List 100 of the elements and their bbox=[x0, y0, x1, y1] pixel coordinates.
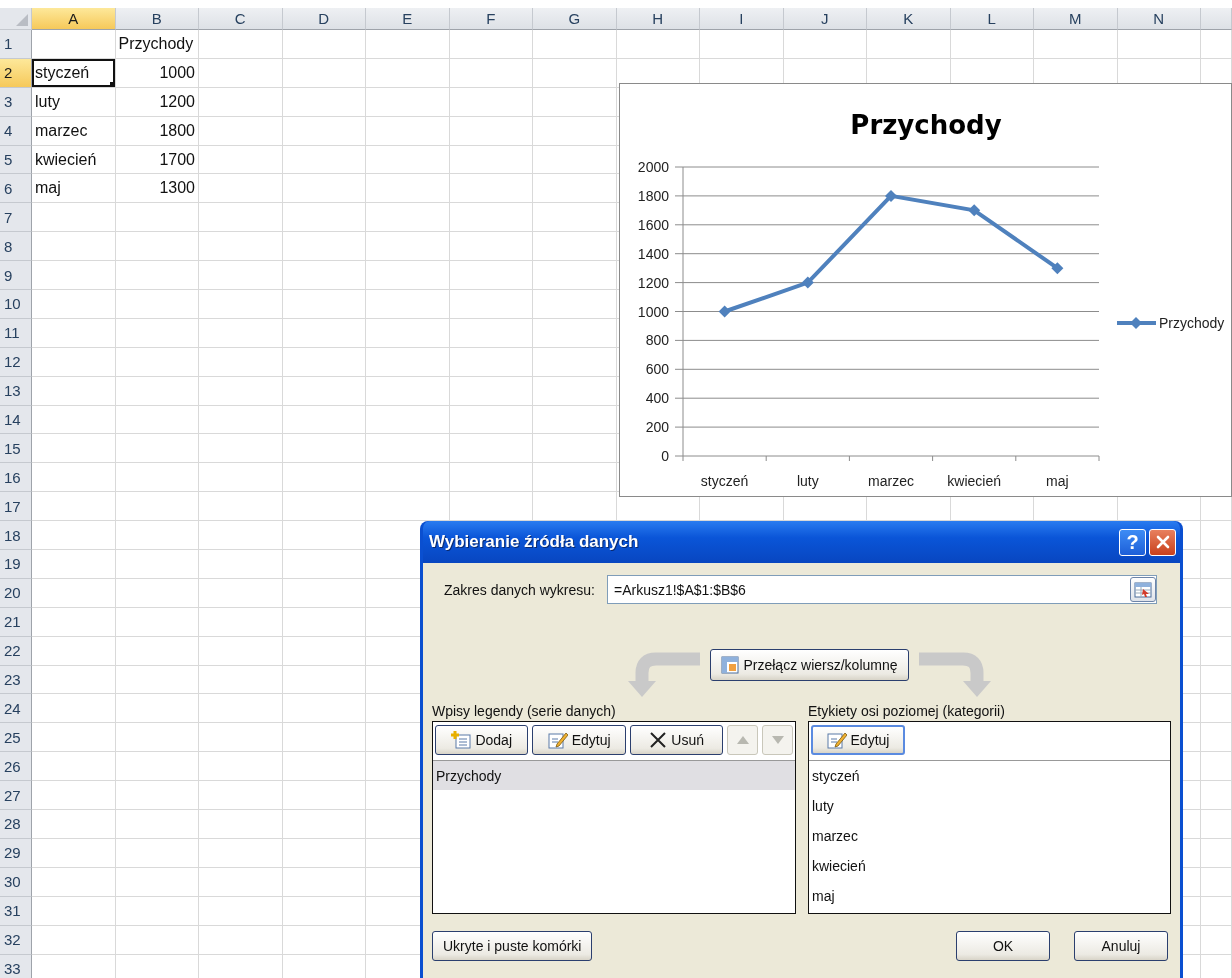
row-header[interactable]: 8 bbox=[0, 232, 32, 262]
table-cell: styczeń bbox=[32, 58, 116, 88]
row-header[interactable]: 1 bbox=[0, 30, 32, 59]
category-list-item[interactable]: luty bbox=[809, 791, 1170, 821]
row-header[interactable]: 24 bbox=[0, 694, 32, 724]
close-icon bbox=[1155, 535, 1170, 549]
y-axis-label: 800 bbox=[645, 332, 669, 349]
table-cell: 1800 bbox=[115, 116, 199, 146]
row-header[interactable]: 31 bbox=[0, 896, 32, 926]
column-header[interactable]: N bbox=[1117, 8, 1201, 30]
row-header[interactable]: 23 bbox=[0, 665, 32, 695]
row-header[interactable]: 4 bbox=[0, 116, 32, 146]
column-header[interactable]: L bbox=[950, 8, 1034, 30]
remove-button[interactable]: Usuń bbox=[629, 725, 724, 755]
column-header[interactable]: J bbox=[783, 8, 867, 30]
row-header[interactable]: 11 bbox=[0, 318, 32, 348]
chart-area[interactable]: Przychody 0 200 400 600 800 1000 1200 1400 1600 1800 2000 styczeń luty marzec kwiecień maj Przychody bbox=[619, 83, 1232, 497]
range-input-field[interactable]: =Arkusz1!$A$1:$B$6 bbox=[606, 575, 1157, 604]
column-header[interactable]: E bbox=[366, 8, 450, 30]
table-cell: Przychody bbox=[115, 30, 199, 59]
row-header[interactable]: 6 bbox=[0, 174, 32, 204]
y-axis-label: 1800 bbox=[637, 187, 669, 204]
category-list-item[interactable]: maj bbox=[809, 881, 1170, 911]
switch-row-column-button[interactable]: Przełącz wiersz/kolumnę bbox=[710, 649, 909, 681]
data-point bbox=[801, 276, 814, 289]
row-header[interactable]: 5 bbox=[0, 145, 32, 175]
x-axis-label: maj bbox=[1046, 473, 1069, 489]
column-header[interactable]: M bbox=[1034, 8, 1118, 30]
row-header[interactable]: 12 bbox=[0, 347, 32, 377]
row-header[interactable]: 30 bbox=[0, 867, 32, 897]
table-cell: 1700 bbox=[115, 145, 199, 175]
column-header[interactable]: F bbox=[449, 8, 533, 30]
table-cell: marzec bbox=[32, 116, 116, 146]
data-point bbox=[885, 189, 897, 202]
row-header[interactable]: 2 bbox=[0, 58, 32, 88]
x-axis-label: kwiecień bbox=[947, 473, 1002, 489]
column-header[interactable]: H bbox=[616, 8, 700, 30]
row-header[interactable]: 10 bbox=[0, 290, 32, 319]
select-all-corner[interactable] bbox=[0, 8, 32, 30]
row-header[interactable]: 9 bbox=[0, 261, 32, 290]
y-axis-label: 0 bbox=[661, 448, 669, 464]
row-header[interactable]: 18 bbox=[0, 521, 32, 551]
up-triangle-icon bbox=[736, 736, 749, 744]
category-list-item[interactable]: marzec bbox=[809, 821, 1170, 851]
column-header[interactable] bbox=[1201, 8, 1232, 30]
row-header[interactable]: 22 bbox=[0, 636, 32, 666]
legend-entries-label: Wpisy legendy (serie danych) bbox=[432, 703, 617, 719]
series-list-item[interactable]: Przychody bbox=[433, 761, 795, 790]
column-header[interactable]: B bbox=[115, 8, 199, 30]
grid-swap-icon bbox=[721, 656, 740, 674]
column-header[interactable]: G bbox=[533, 8, 617, 30]
column-header[interactable]: K bbox=[867, 8, 951, 30]
row-header[interactable]: 21 bbox=[0, 607, 32, 637]
hidden-cells-button[interactable]: Ukryte i puste komórki bbox=[432, 931, 593, 961]
row-header[interactable]: 33 bbox=[0, 954, 32, 978]
add-button[interactable]: Dodaj bbox=[435, 725, 529, 755]
row-header[interactable]: 25 bbox=[0, 723, 32, 753]
row-header[interactable]: 28 bbox=[0, 810, 32, 839]
row-header[interactable]: 13 bbox=[0, 376, 32, 406]
row-header[interactable]: 27 bbox=[0, 781, 32, 811]
category-list-item[interactable]: kwiecień bbox=[809, 851, 1170, 881]
y-axis-label: 200 bbox=[645, 419, 669, 436]
table-cell: 1200 bbox=[115, 87, 199, 117]
table-cell: luty bbox=[32, 87, 116, 117]
row-header[interactable]: 3 bbox=[0, 87, 32, 117]
legend-label: Przychody bbox=[1159, 315, 1225, 331]
table-cell: maj bbox=[32, 174, 116, 204]
data-point bbox=[1051, 262, 1064, 275]
row-header[interactable]: 20 bbox=[0, 578, 32, 608]
edit-button[interactable]: Edytuj bbox=[532, 725, 626, 755]
column-header[interactable]: D bbox=[282, 8, 366, 30]
row-header[interactable]: 16 bbox=[0, 463, 32, 493]
axis-labels-label: Etykiety osi poziomej (kategorii) bbox=[808, 703, 1006, 719]
row-header[interactable]: 15 bbox=[0, 434, 32, 464]
ok-button[interactable]: OK bbox=[956, 931, 1050, 961]
column-header[interactable]: I bbox=[700, 8, 784, 30]
table-cell: 1000 bbox=[115, 58, 199, 88]
edit-button[interactable]: Edytuj bbox=[811, 725, 905, 755]
close-button[interactable] bbox=[1149, 528, 1176, 556]
y-axis-label: 1400 bbox=[637, 245, 669, 262]
column-header[interactable]: C bbox=[199, 8, 283, 30]
x-axis-label: marzec bbox=[868, 473, 914, 489]
y-axis-label: 400 bbox=[645, 390, 669, 407]
y-axis-label: 2000 bbox=[637, 159, 669, 175]
cancel-button[interactable]: Anuluj bbox=[1074, 931, 1168, 961]
row-header[interactable]: 19 bbox=[0, 550, 32, 579]
collapse-dialog-button[interactable] bbox=[1130, 577, 1156, 602]
column-header[interactable]: A bbox=[32, 8, 116, 30]
data-point bbox=[718, 305, 731, 318]
category-list-item[interactable]: styczeń bbox=[809, 761, 1170, 791]
row-header[interactable]: 26 bbox=[0, 752, 32, 782]
y-axis-label: 1200 bbox=[637, 274, 669, 291]
row-header[interactable]: 14 bbox=[0, 405, 32, 435]
row-header[interactable]: 7 bbox=[0, 203, 32, 233]
row-header[interactable]: 29 bbox=[0, 838, 32, 868]
row-header[interactable]: 17 bbox=[0, 492, 32, 522]
data-point bbox=[968, 204, 981, 217]
range-picker-icon bbox=[1134, 581, 1152, 598]
row-header[interactable]: 32 bbox=[0, 925, 32, 955]
help-button[interactable]: ? bbox=[1119, 528, 1146, 556]
